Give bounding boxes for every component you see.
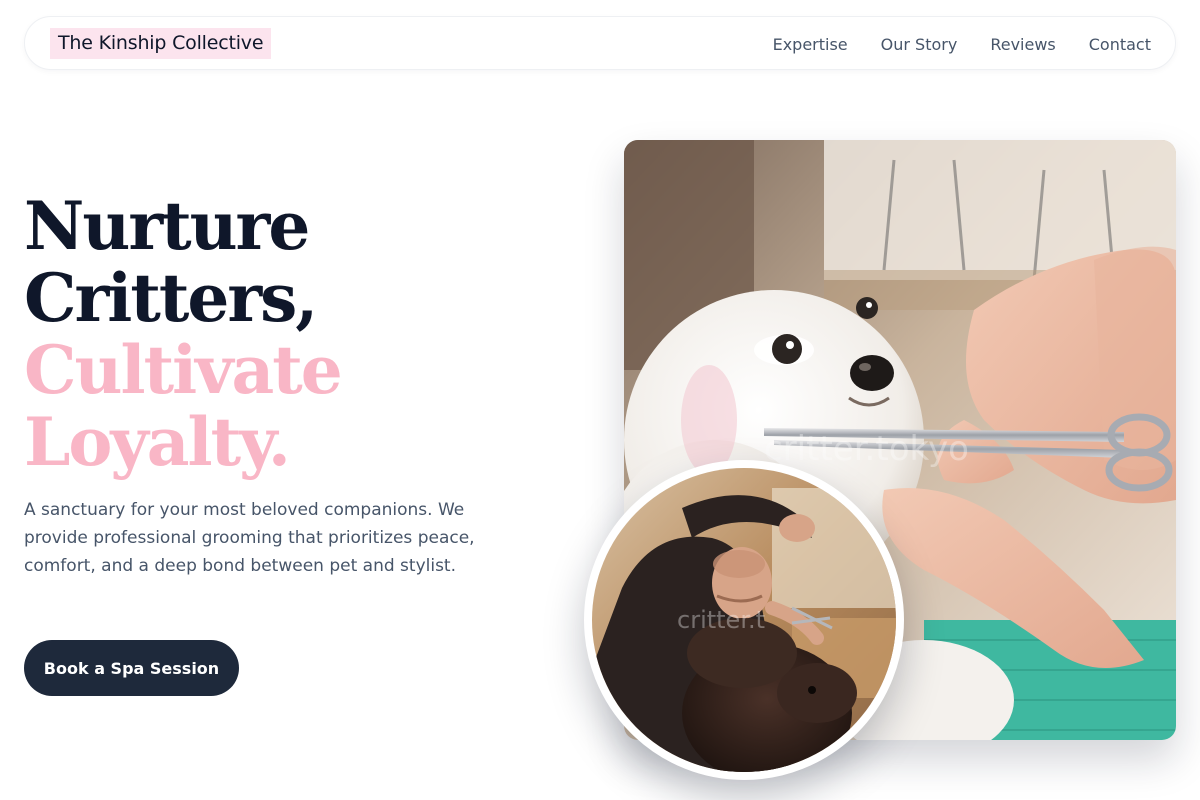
circle-photo-watermark: critter.t — [677, 606, 765, 634]
nav-links: Expertise Our Story Reviews Contact — [773, 17, 1151, 71]
headline-line-4: Loyalty. — [24, 403, 291, 481]
headline-line-1: Nurture — [24, 187, 310, 265]
book-spa-session-button[interactable]: Book a Spa Session — [24, 640, 239, 696]
top-navigation: The Kinship Collective Expertise Our Sto… — [24, 16, 1176, 70]
nav-link-our-story[interactable]: Our Story — [881, 35, 958, 54]
headline-line-2: Critters, — [24, 259, 318, 337]
nav-link-expertise[interactable]: Expertise — [773, 35, 848, 54]
headline-line-3: Cultivate — [24, 331, 343, 409]
nav-link-contact[interactable]: Contact — [1089, 35, 1151, 54]
nav-link-reviews[interactable]: Reviews — [990, 35, 1055, 54]
groomer-poodle-photo: critter.t — [584, 460, 904, 780]
hero-description: A sanctuary for your most beloved compan… — [24, 500, 475, 576]
hero-headline: Nurture Critters, Cultivate Loyalty. — [24, 187, 343, 481]
brand-logo[interactable]: The Kinship Collective — [50, 28, 272, 59]
main-photo-watermark: critter.tokyo — [764, 429, 969, 469]
